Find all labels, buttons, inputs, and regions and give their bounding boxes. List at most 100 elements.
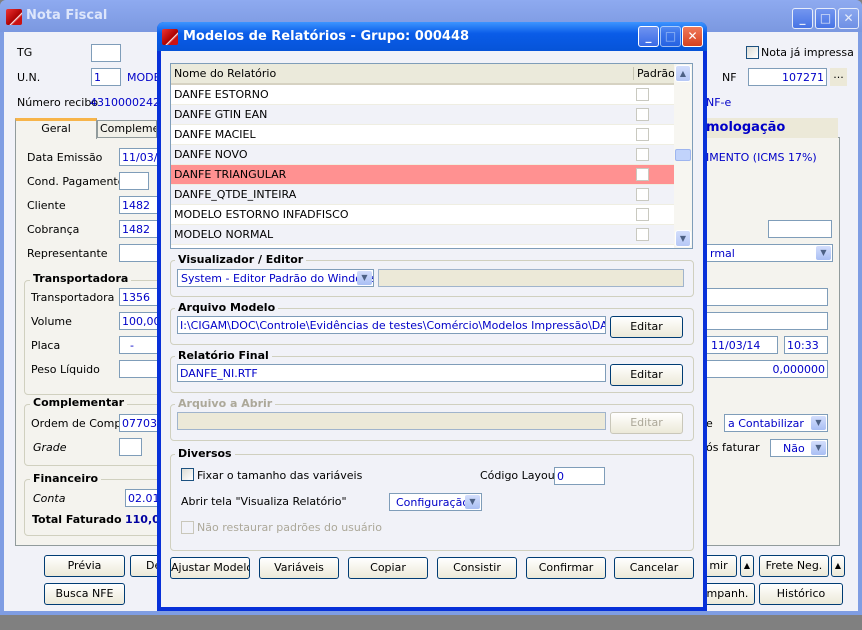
row-name: DANFE MACIEL (174, 128, 256, 141)
list-row[interactable]: DANFE_QTDE_INTEIRA (171, 185, 674, 205)
default-checkbox[interactable] (636, 148, 649, 161)
placa-label: Placa (31, 339, 61, 352)
list-row[interactable]: MODELO NORMAL (171, 225, 674, 245)
dialog-app-icon (162, 29, 178, 45)
cancelar-button[interactable]: Cancelar (614, 557, 694, 579)
default-checkbox[interactable] (636, 108, 649, 121)
relatorio-final-input[interactable]: DANFE_NI.RTF (177, 364, 606, 382)
list-row[interactable]: MODELO ESTORNO INFADFISCO (171, 205, 674, 225)
main-window-title: Nota Fiscal (26, 8, 108, 23)
dialog-minimize-icon[interactable]: _ (638, 26, 659, 47)
total-faturado-value: 110,0 (125, 513, 160, 526)
tg-input[interactable] (91, 44, 121, 62)
nf-browse-button[interactable]: ... (830, 68, 847, 86)
column-header-default[interactable]: Padrão (633, 67, 675, 80)
dialog-title-bar: Modelos de Relatórios - Grupo: 000448 _ … (157, 22, 707, 51)
scroll-down-icon[interactable]: ▼ (675, 230, 691, 247)
acompanhamento-button[interactable]: mpanh. (700, 583, 755, 605)
relatorio-final-title: Relatório Final (175, 349, 272, 362)
ajustar-modelo-button[interactable]: Ajustar Modelo (170, 557, 250, 579)
chevron-down-icon: ▼ (465, 495, 480, 509)
homologacao-header: mologação (706, 118, 838, 138)
diversos-title: Diversos (175, 447, 235, 460)
row-name: DANFE GTIN EAN (174, 108, 268, 121)
financeiro-group (24, 479, 174, 536)
fixar-tamanho-checkbox[interactable] (181, 468, 194, 481)
arquivo-modelo-edit-button[interactable]: Editar (610, 316, 683, 338)
confirmar-button[interactable]: Confirmar (526, 557, 606, 579)
complementar-title: Complementar (30, 396, 128, 409)
default-checkbox[interactable] (636, 128, 649, 141)
visualizador-combo[interactable]: System - Editor Padrão do Windows ▼ (177, 269, 374, 287)
arquivo-modelo-input[interactable]: I:\CIGAM\DOC\Controle\Evidências de test… (177, 316, 606, 334)
row-name: MODELO ESTORNO INFADFISCO (174, 208, 349, 221)
historico-button[interactable]: Histórico (759, 583, 843, 605)
tab-complementar[interactable]: Complement (97, 120, 157, 138)
row-name: MODELO NORMAL (174, 228, 274, 241)
date-input[interactable]: 11/03/14 (700, 336, 778, 354)
frete-neg-button[interactable]: Frete Neg. (759, 555, 829, 577)
scroll-thumb[interactable] (675, 149, 691, 161)
consistir-button[interactable]: Consistir (437, 557, 517, 579)
peso-liquido-label: Peso Líquido (31, 363, 100, 376)
time-input[interactable]: 10:33 (784, 336, 828, 354)
data-emissao-label: Data Emissão (27, 151, 103, 164)
maximize-icon[interactable]: □ (815, 8, 836, 29)
abrir-tela-combo[interactable]: Configuração ▼ (389, 493, 482, 511)
recibo-label: Número recibo (17, 96, 99, 109)
default-checkbox[interactable] (636, 88, 649, 101)
un-input[interactable]: 1 (91, 68, 121, 86)
column-header-name[interactable]: Nome do Relatório (174, 67, 276, 80)
chevron-down-icon: ▼ (811, 441, 826, 455)
right-input[interactable] (768, 220, 832, 238)
previa-button[interactable]: Prévia (44, 555, 125, 577)
scroll-up-icon[interactable]: ▲ (675, 65, 691, 82)
cond-pagamento-input[interactable] (119, 172, 149, 190)
arquivo-abrir-edit-button: Editar (610, 412, 683, 434)
peso-right-input[interactable]: 0,000000 (700, 360, 828, 378)
busca-nfe-button[interactable]: Busca NFE (44, 583, 125, 605)
frete-arrow-up-icon[interactable]: ▲ (831, 555, 845, 577)
cond-pagamento-label: Cond. Pagamento (27, 175, 125, 188)
nao-restaurar-checkbox (181, 521, 194, 534)
list-scrollbar[interactable]: ▲ ▼ (674, 64, 692, 248)
nf-input[interactable]: 107271 (748, 68, 827, 86)
copiar-button[interactable]: Copiar (348, 557, 428, 579)
default-checkbox[interactable] (636, 228, 649, 241)
list-row[interactable]: DANFE NOVO (171, 145, 674, 165)
row-name: DANFE NOVO (174, 148, 248, 161)
dialog-close-icon[interactable]: ✕ (682, 26, 703, 47)
nota-impressa-label: Nota já impressa (761, 46, 854, 59)
list-row[interactable]: DANFE GTIN EAN (171, 105, 674, 125)
codigo-layout-input[interactable]: 0 (554, 467, 605, 485)
default-checkbox[interactable] (636, 168, 649, 181)
tipo-combo[interactable]: rmal ▼ (700, 244, 833, 262)
conta-label: Conta (33, 492, 66, 505)
right-input-2[interactable] (700, 288, 828, 306)
list-row[interactable]: DANFE MACIEL (171, 125, 674, 145)
list-row[interactable]: DANFE TRIANGULAR (171, 165, 674, 185)
variaveis-button[interactable]: Variáveis (259, 557, 339, 579)
list-row[interactable]: DANFE ESTORNO (171, 85, 674, 105)
total-faturado-label: Total Faturado (32, 513, 122, 526)
right-input-3[interactable] (700, 312, 828, 330)
default-checkbox[interactable] (636, 208, 649, 221)
faturar-combo[interactable]: Não ▼ (770, 439, 828, 457)
nota-impressa-checkbox[interactable] (746, 46, 759, 59)
arquivo-modelo-title: Arquivo Modelo (175, 301, 279, 314)
row-name: DANFE_QTDE_INTEIRA (174, 188, 297, 201)
tg-label: TG (17, 46, 33, 59)
default-checkbox[interactable] (636, 188, 649, 201)
tab-geral[interactable]: Geral (15, 118, 97, 139)
imprimir-arrow-up-icon[interactable]: ▲ (740, 555, 754, 577)
representante-label: Representante (27, 247, 108, 260)
dialog-maximize-icon: □ (660, 26, 681, 47)
row-name: DANFE TRIANGULAR (174, 168, 287, 181)
relatorio-final-edit-button[interactable]: Editar (610, 364, 683, 386)
minimize-icon[interactable]: _ (792, 8, 813, 29)
financeiro-title: Financeiro (30, 472, 102, 485)
close-icon[interactable]: ✕ (838, 8, 859, 29)
contabilizar-combo[interactable]: a Contabilizar ▼ (724, 414, 828, 432)
grade-input[interactable] (119, 438, 142, 456)
chevron-down-icon: ▼ (811, 416, 826, 430)
